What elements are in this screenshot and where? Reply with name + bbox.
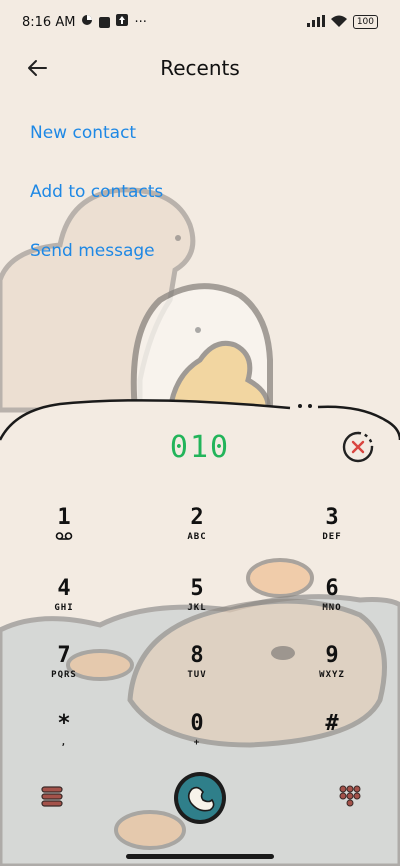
key-7[interactable]: 7 PQRS xyxy=(9,643,119,701)
key-digit: 7 xyxy=(57,643,71,668)
key-letters: TUV xyxy=(187,670,207,680)
key-letters: WXYZ xyxy=(319,670,345,680)
key-digit: * xyxy=(57,711,71,736)
new-contact-link[interactable]: New contact xyxy=(30,123,136,143)
key-6[interactable]: 6 MNO xyxy=(277,576,387,634)
clear-button[interactable] xyxy=(341,430,375,464)
key-hash[interactable]: # xyxy=(277,711,387,769)
key-4[interactable]: 4 GHI xyxy=(9,576,119,634)
keypad-icon xyxy=(339,785,361,807)
app-notification-icon xyxy=(99,16,111,28)
call-icon xyxy=(174,772,226,824)
key-letters: DEF xyxy=(322,532,342,542)
dialed-number: 010 xyxy=(169,430,231,465)
key-0[interactable]: 0 + xyxy=(142,711,252,769)
wifi-icon xyxy=(330,15,347,30)
key-9[interactable]: 9 WXYZ xyxy=(277,643,387,701)
key-letters: MNO xyxy=(322,603,342,613)
key-star[interactable]: * , xyxy=(9,711,119,769)
key-digit: # xyxy=(325,711,339,736)
key-8[interactable]: 8 TUV xyxy=(142,643,252,701)
home-indicator[interactable] xyxy=(126,854,274,859)
app-bar: Recents xyxy=(0,44,400,92)
key-digit: 2 xyxy=(190,505,204,530)
signal-icon xyxy=(306,14,325,30)
key-letters: JKL xyxy=(187,603,207,613)
key-digit: 8 xyxy=(190,643,204,668)
key-3[interactable]: 3 DEF xyxy=(277,505,387,563)
battery-icon: 100 xyxy=(352,15,378,29)
status-time: 8:16 AM xyxy=(22,14,76,30)
status-bar: 8:16 AM ··· 100 xyxy=(0,0,400,44)
key-letters: + xyxy=(193,738,201,748)
send-message-link[interactable]: Send message xyxy=(30,241,155,261)
key-2[interactable]: 2 ABC xyxy=(142,505,252,563)
key-digit: 6 xyxy=(325,576,339,601)
key-letters: , xyxy=(60,738,68,748)
notification-icon xyxy=(81,14,93,30)
key-digit: 5 xyxy=(190,576,204,601)
key-letters: ABC xyxy=(187,532,207,542)
key-digit: 1 xyxy=(57,505,71,530)
key-letters: GHI xyxy=(54,603,74,613)
key-digit: 9 xyxy=(325,643,339,668)
key-digit: 0 xyxy=(190,711,204,736)
page-title: Recents xyxy=(160,56,240,80)
key-letters: PQRS xyxy=(51,670,77,680)
add-to-contacts-link[interactable]: Add to contacts xyxy=(30,182,163,202)
menu-icon xyxy=(41,786,63,807)
upload-icon xyxy=(116,14,129,30)
key-digit: 4 xyxy=(57,576,71,601)
key-digit: 3 xyxy=(325,505,339,530)
menu-button[interactable] xyxy=(40,784,64,808)
more-notifications-icon: ··· xyxy=(134,14,147,30)
key-5[interactable]: 5 JKL xyxy=(142,576,252,634)
call-button[interactable] xyxy=(172,770,228,826)
keypad-toggle-button[interactable] xyxy=(338,784,362,808)
voicemail-icon xyxy=(9,531,119,545)
clear-x-icon xyxy=(342,431,374,463)
key-1[interactable]: 1 xyxy=(9,505,119,563)
